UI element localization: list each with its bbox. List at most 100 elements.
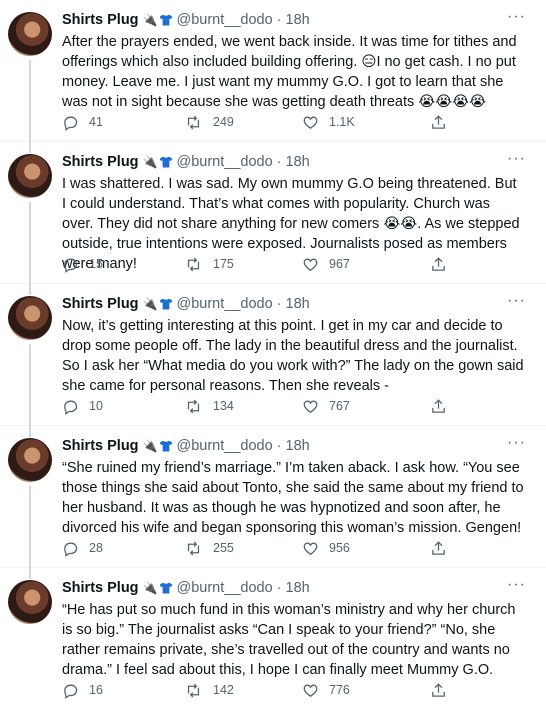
reply-count: 10: [89, 399, 103, 413]
reply-button[interactable]: 28: [62, 540, 184, 557]
heart-icon: [303, 116, 318, 129]
share-button[interactable]: [430, 540, 457, 557]
plug-icon: 🔌: [142, 297, 158, 311]
share-button[interactable]: [430, 114, 457, 131]
separator-dot: ·: [276, 580, 282, 596]
tweet[interactable]: Shirts Plug 🔌 @burnt__dodo · 18h ··· Aft…: [0, 0, 546, 153]
retweet-count: 175: [213, 257, 234, 271]
share-icon: [432, 398, 445, 413]
tweet-text: “He has put so much fund in this woman’s…: [62, 602, 516, 678]
tweet-text: After the prayers ended, we went back in…: [62, 34, 517, 110]
retweet-button[interactable]: 175: [184, 256, 302, 273]
reply-count: 16: [89, 683, 103, 697]
reply-count: 28: [89, 541, 103, 555]
reply-icon: [64, 116, 78, 131]
author-handle[interactable]: @burnt__dodo: [177, 580, 273, 596]
tweet[interactable]: Shirts Plug 🔌 @burnt__dodo · 18h ··· “He…: [0, 568, 546, 710]
tweet-timestamp[interactable]: 18h: [286, 154, 310, 170]
like-button[interactable]: 767: [302, 398, 420, 415]
plug-icon: 🔌: [142, 13, 158, 27]
tweet-timestamp[interactable]: 18h: [286, 12, 310, 28]
retweet-button[interactable]: 142: [184, 682, 302, 699]
author-name[interactable]: Shirts Plug: [62, 438, 139, 454]
reply-button[interactable]: 41: [62, 114, 184, 131]
author-name[interactable]: Shirts Plug: [62, 580, 139, 596]
tweet-timestamp[interactable]: 18h: [286, 296, 310, 312]
retweet-count: 134: [213, 399, 234, 413]
retweet-count: 249: [213, 115, 234, 129]
avatar[interactable]: [8, 154, 52, 198]
tweet-header: Shirts Plug 🔌 @burnt__dodo · 18h: [62, 436, 532, 456]
separator-dot: ·: [276, 12, 282, 28]
retweet-icon: [187, 399, 200, 413]
reply-button[interactable]: 10: [62, 398, 184, 415]
author-name[interactable]: Shirts Plug: [62, 12, 139, 28]
plug-icon: 🔌: [142, 581, 158, 595]
like-count: 1.1K: [329, 115, 355, 129]
reply-button[interactable]: 15: [62, 256, 184, 273]
like-button[interactable]: 776: [302, 682, 420, 699]
tweet-text: Now, it’s getting interesting at this po…: [62, 318, 524, 394]
tweet-actions: 41 249 1.1K: [62, 112, 532, 132]
retweet-count: 142: [213, 683, 234, 697]
reply-icon: [64, 400, 78, 415]
like-button[interactable]: 967: [302, 256, 420, 273]
tweet-timestamp[interactable]: 18h: [286, 580, 310, 596]
like-button[interactable]: 1.1K: [302, 114, 420, 131]
share-button[interactable]: [430, 682, 457, 699]
avatar[interactable]: [8, 296, 52, 340]
author-name[interactable]: Shirts Plug: [62, 154, 139, 170]
avatar[interactable]: [8, 580, 52, 624]
retweet-icon: [187, 115, 200, 129]
tweet-header: Shirts Plug 🔌 @burnt__dodo · 18h: [62, 294, 532, 314]
tweet-actions: 16 142 776: [62, 680, 532, 700]
shirt-icon: [159, 440, 173, 452]
tweet-actions: 28 255 956: [62, 538, 532, 558]
more-options-icon[interactable]: ···: [507, 435, 526, 451]
heart-icon: [303, 258, 318, 271]
retweet-icon: [187, 541, 200, 555]
like-count: 767: [329, 399, 350, 413]
tweet[interactable]: Shirts Plug 🔌 @burnt__dodo · 18h ··· Now…: [0, 284, 546, 437]
avatar[interactable]: [8, 12, 52, 56]
retweet-count: 255: [213, 541, 234, 555]
share-button[interactable]: [430, 256, 457, 273]
like-count: 967: [329, 257, 350, 271]
tweet-actions: 15 175 967: [62, 254, 532, 274]
tweet-header: Shirts Plug 🔌 @burnt__dodo · 18h: [62, 578, 532, 598]
thread-connector-line: [29, 60, 31, 153]
heart-icon: [303, 542, 318, 555]
share-icon: [432, 114, 445, 129]
avatar[interactable]: [8, 438, 52, 482]
author-handle[interactable]: @burnt__dodo: [177, 296, 273, 312]
tweet[interactable]: Shirts Plug 🔌 @burnt__dodo · 18h ··· “Sh…: [0, 426, 546, 579]
retweet-button[interactable]: 134: [184, 398, 302, 415]
shirt-icon: [159, 14, 173, 26]
more-options-icon[interactable]: ···: [507, 577, 526, 593]
reply-count: 41: [89, 115, 103, 129]
author-name[interactable]: Shirts Plug: [62, 296, 139, 312]
more-options-icon[interactable]: ···: [507, 293, 526, 309]
plug-icon: 🔌: [142, 439, 158, 453]
retweet-button[interactable]: 255: [184, 540, 302, 557]
shirt-icon: [159, 298, 173, 310]
tweet-thread: Shirts Plug 🔌 @burnt__dodo · 18h ··· Aft…: [0, 0, 546, 710]
reply-count: 15: [89, 257, 103, 271]
like-button[interactable]: 956: [302, 540, 420, 557]
reply-button[interactable]: 16: [62, 682, 184, 699]
tweet[interactable]: Shirts Plug 🔌 @burnt__dodo · 18h ··· I w…: [0, 142, 546, 295]
more-options-icon[interactable]: ···: [507, 9, 526, 25]
author-handle[interactable]: @burnt__dodo: [177, 438, 273, 454]
share-button[interactable]: [430, 398, 457, 415]
author-handle[interactable]: @burnt__dodo: [177, 12, 273, 28]
tweet-timestamp[interactable]: 18h: [286, 438, 310, 454]
share-icon: [432, 256, 445, 271]
author-handle[interactable]: @burnt__dodo: [177, 154, 273, 170]
shirt-icon: [159, 156, 173, 168]
retweet-icon: [187, 683, 200, 697]
retweet-button[interactable]: 249: [184, 114, 302, 131]
separator-dot: ·: [276, 296, 282, 312]
more-options-icon[interactable]: ···: [507, 151, 526, 167]
reply-icon: [64, 258, 78, 273]
tweet-header: Shirts Plug 🔌 @burnt__dodo · 18h: [62, 152, 532, 172]
